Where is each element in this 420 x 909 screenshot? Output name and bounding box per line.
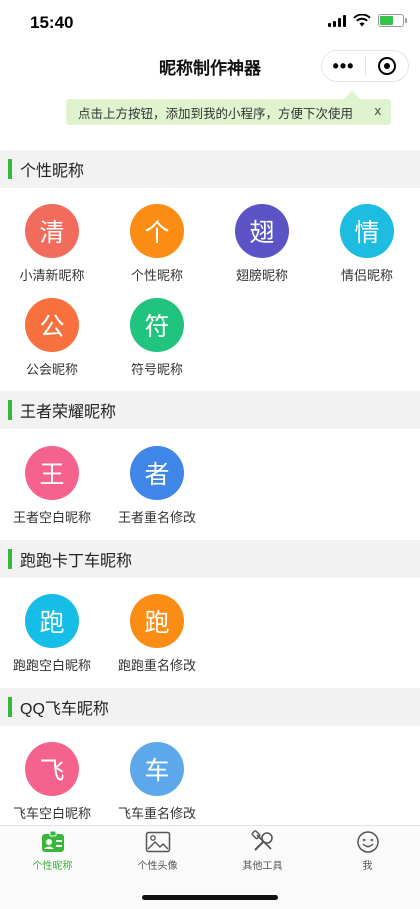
battery-icon: [378, 14, 407, 27]
nickname-item[interactable]: 情 情侣昵称: [322, 204, 412, 284]
item-label: 翅膀昵称: [235, 268, 288, 283]
item-label: 王者重名修改: [117, 510, 196, 525]
item-label: 跑跑空白昵称: [12, 658, 91, 673]
item-icon: 跑: [25, 594, 79, 648]
tab-tools[interactable]: 其他工具: [210, 830, 315, 872]
section-header: 跑跑卡丁车昵称: [0, 540, 420, 578]
item-label: 王者空白昵称: [12, 510, 91, 525]
item-icon: 个: [130, 204, 184, 258]
item-label: 情侣昵称: [340, 268, 393, 283]
tab-label: 个性头像: [137, 861, 178, 872]
tip-text: 点击上方按钮，添加到我的小程序，方便下次使用: [78, 106, 354, 121]
item-label: 小清新昵称: [19, 268, 85, 283]
item-icon: 王: [25, 446, 79, 500]
section-title: QQ飞车昵称: [20, 701, 109, 718]
image-icon: [144, 830, 172, 854]
status-time: 15:40: [30, 13, 74, 32]
tip-arrow: [344, 90, 360, 99]
section-accent-bar: [8, 159, 12, 179]
nickname-item[interactable]: 翅 翅膀昵称: [217, 204, 307, 284]
item-icon: 翅: [235, 204, 289, 258]
nickname-item[interactable]: 者 王者重名修改: [112, 446, 202, 526]
section-accent-bar: [8, 549, 12, 569]
nickname-item[interactable]: 符 符号昵称: [112, 298, 202, 378]
nickname-item[interactable]: 飞 飞车空白昵称: [7, 742, 97, 822]
close-miniprogram-button[interactable]: [366, 57, 408, 75]
section-title: 个性昵称: [20, 163, 85, 180]
nickname-item[interactable]: 跑 跑跑重名修改: [112, 594, 202, 674]
item-icon: 符: [130, 298, 184, 352]
status-bar: 15:40: [0, 0, 420, 48]
target-icon: [377, 57, 396, 75]
section-header: 王者荣耀昵称: [0, 391, 420, 429]
home-indicator: [142, 895, 278, 900]
status-icons: [328, 14, 407, 27]
nickname-item[interactable]: 跑 跑跑空白昵称: [7, 594, 97, 674]
item-icon: 车: [130, 742, 184, 796]
nav-bar: 昵称制作神器 •••: [0, 44, 420, 88]
section-title: 王者荣耀昵称: [20, 404, 117, 421]
nickname-item[interactable]: 个 个性昵称: [112, 204, 202, 284]
section-accent-bar: [8, 697, 12, 717]
item-icon: 公: [25, 298, 79, 352]
section-accent-bar: [8, 400, 12, 420]
nickname-item[interactable]: 公 公会昵称: [7, 298, 97, 378]
signal-icon: [328, 14, 346, 27]
tab-me[interactable]: 我: [315, 830, 420, 872]
capsule-menu: •••: [321, 50, 409, 82]
item-icon: 跑: [130, 594, 184, 648]
item-icon: 飞: [25, 742, 79, 796]
tools-icon: [249, 830, 277, 854]
wifi-icon: [353, 14, 371, 27]
tab-avatar[interactable]: 个性头像: [105, 830, 210, 872]
section-header: 个性昵称: [0, 150, 420, 188]
section-title: 跑跑卡丁车昵称: [20, 553, 133, 570]
item-icon: 者: [130, 446, 184, 500]
tab-nickname[interactable]: 个性昵称: [0, 830, 105, 872]
face-icon: [354, 830, 382, 854]
id-card-icon: [39, 830, 67, 854]
item-label: 公会昵称: [25, 362, 78, 377]
item-icon: 清: [25, 204, 79, 258]
item-label: 跑跑重名修改: [117, 658, 196, 673]
item-label: 符号昵称: [130, 362, 183, 377]
more-button[interactable]: •••: [322, 51, 365, 81]
nickname-item[interactable]: 车 飞车重名修改: [112, 742, 202, 822]
item-icon: 情: [340, 204, 394, 258]
item-label: 飞车空白昵称: [12, 806, 91, 821]
add-miniprogram-tip: 点击上方按钮，添加到我的小程序，方便下次使用 x: [66, 99, 391, 125]
nickname-item[interactable]: 清 小清新昵称: [7, 204, 97, 284]
tab-label: 我: [362, 861, 373, 872]
item-label: 飞车重名修改: [117, 806, 196, 821]
nickname-item[interactable]: 王 王者空白昵称: [7, 446, 97, 526]
section-header: QQ飞车昵称: [0, 688, 420, 726]
item-label: 个性昵称: [130, 268, 183, 283]
tip-close-button[interactable]: x: [375, 103, 382, 118]
tab-label: 其他工具: [242, 861, 283, 872]
tab-label: 个性昵称: [32, 861, 73, 872]
